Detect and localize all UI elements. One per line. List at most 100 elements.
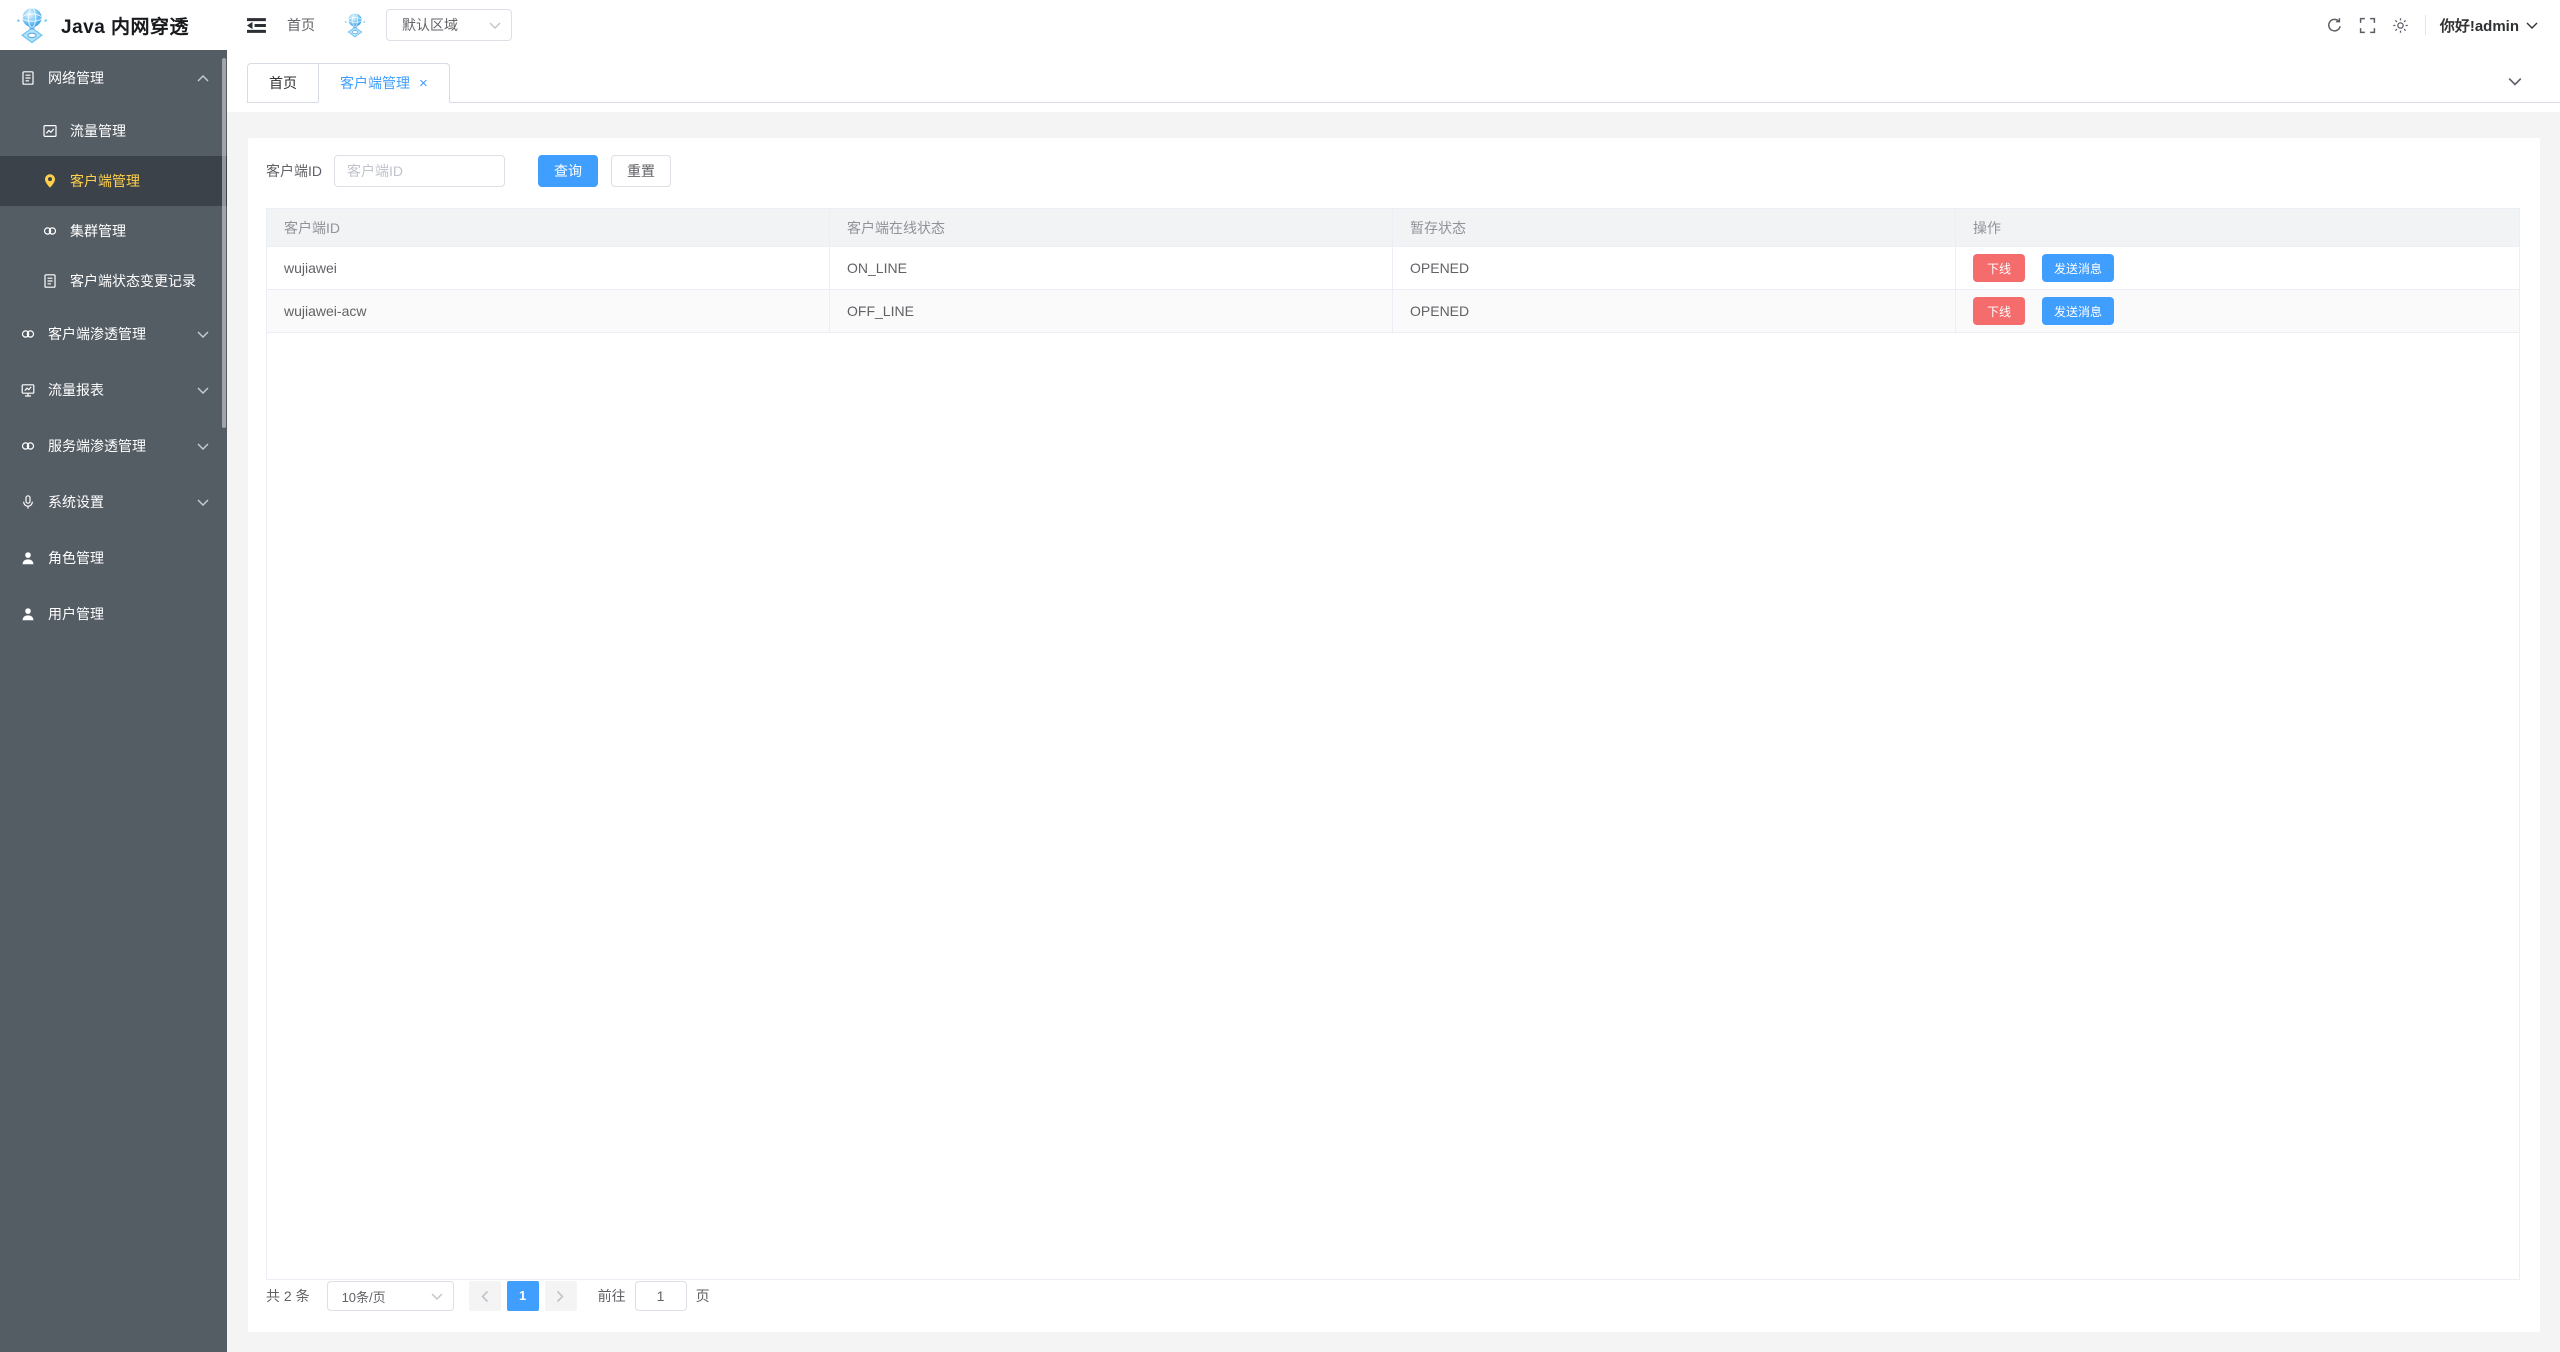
link-icon	[20, 438, 36, 454]
table-empty-area	[267, 333, 2519, 1279]
app-logo-icon	[13, 6, 51, 44]
cell-actions: 下线 发送消息	[1956, 247, 2519, 289]
search-form: 客户端ID 查询 重置	[266, 155, 2520, 187]
goto-suffix: 页	[696, 1281, 710, 1311]
clients-table: 客户端ID 客户端在线状态 暂存状态 操作 wujiawei ON_LINE O…	[266, 208, 2520, 1280]
sidebar-menu: 网络管理 流量管理 客户端管理 集群管理 客户端状态变更记录 客户端渗透管理 流…	[0, 50, 227, 642]
tab-actions-chevron-down-icon[interactable]	[2508, 77, 2522, 86]
chevron-down-icon	[2526, 22, 2538, 29]
sidebar-item-user-mgmt[interactable]: 用户管理	[0, 586, 227, 642]
sidebar-collapse-icon[interactable]	[247, 17, 268, 34]
client-id-label: 客户端ID	[266, 161, 322, 181]
sidebar: Java 内网穿透 网络管理 流量管理 客户端管理 集群管理 客户端状态变更记录…	[0, 0, 227, 1352]
table-row: wujiawei ON_LINE OPENED 下线 发送消息	[267, 247, 2519, 290]
sidebar-item-label: 角色管理	[48, 548, 209, 568]
sidebar-item-cluster-mgmt[interactable]: 集群管理	[0, 206, 227, 256]
tab-label: 首页	[269, 64, 297, 102]
link-icon	[42, 223, 58, 239]
cell-client-id: wujiawei	[267, 247, 830, 289]
chart-icon	[42, 123, 58, 139]
tab-bar: 首页 客户端管理 ×	[227, 50, 2560, 112]
sidebar-item-traffic-mgmt[interactable]: 流量管理	[0, 106, 227, 156]
send-message-button[interactable]: 发送消息	[2042, 254, 2114, 282]
goto-label: 前往	[598, 1281, 626, 1311]
user-icon	[20, 550, 36, 566]
sidebar-item-label: 用户管理	[48, 604, 209, 624]
cell-online-status: OFF_LINE	[830, 290, 1393, 332]
chevron-down-icon	[197, 499, 209, 506]
sidebar-item-label: 流量管理	[70, 121, 209, 141]
cell-online-status: ON_LINE	[830, 247, 1393, 289]
chevron-down-icon	[489, 22, 501, 29]
content-card: 客户端ID 查询 重置 客户端ID 客户端在线状态 暂存状态 操作 wujiaw…	[248, 138, 2540, 1332]
app-logo-area: Java 内网穿透	[0, 0, 227, 50]
cell-stash-status: OPENED	[1393, 247, 1956, 289]
query-button[interactable]: 查询	[538, 155, 598, 187]
sidebar-item-client-status-log[interactable]: 客户端状态变更记录	[0, 256, 227, 306]
page-size-select[interactable]: 10条/页	[327, 1281, 454, 1311]
tabs-filler	[450, 63, 2560, 103]
sidebar-item-label: 客户端渗透管理	[48, 324, 197, 344]
chevron-up-icon	[197, 75, 209, 82]
document-icon	[20, 70, 36, 86]
sidebar-item-label: 服务端渗透管理	[48, 436, 197, 456]
sidebar-item-client-mgmt[interactable]: 客户端管理	[0, 156, 227, 206]
prev-page-button[interactable]	[469, 1281, 501, 1311]
pagination: 共 2 条 10条/页 1 前往 页	[266, 1280, 2520, 1332]
tab-label: 客户端管理	[340, 64, 410, 102]
column-header-actions: 操作	[1956, 209, 2519, 246]
breadcrumb[interactable]: 首页	[287, 15, 315, 35]
user-icon	[20, 606, 36, 622]
chevron-down-icon	[197, 387, 209, 394]
page-number-button[interactable]: 1	[507, 1281, 539, 1311]
chevron-down-icon	[197, 443, 209, 450]
content-area: 客户端ID 查询 重置 客户端ID 客户端在线状态 暂存状态 操作 wujiaw…	[227, 112, 2560, 1352]
offline-button[interactable]: 下线	[1973, 297, 2025, 325]
chevron-left-icon	[480, 1290, 489, 1303]
refresh-icon[interactable]	[2326, 17, 2343, 34]
column-header-online-status: 客户端在线状态	[830, 209, 1393, 246]
goto-page-input[interactable]	[635, 1281, 687, 1311]
tabs-nav: 首页 客户端管理 ×	[247, 63, 2560, 103]
main-area: 首页 默认区域 你好!admin 首页 客户端管理 ×	[227, 0, 2560, 1352]
sidebar-item-system-settings[interactable]: 系统设置	[0, 474, 227, 530]
sidebar-item-traffic-report[interactable]: 流量报表	[0, 362, 227, 418]
region-select[interactable]: 默认区域	[386, 9, 512, 41]
link-icon	[20, 326, 36, 342]
next-page-button[interactable]	[545, 1281, 577, 1311]
chevron-down-icon	[431, 1293, 443, 1300]
page-size-value: 10条/页	[342, 1287, 431, 1306]
app-title: Java 内网穿透	[61, 12, 189, 39]
table-row: wujiawei-acw OFF_LINE OPENED 下线 发送消息	[267, 290, 2519, 333]
reset-button[interactable]: 重置	[611, 155, 671, 187]
client-id-input[interactable]	[334, 155, 505, 187]
column-header-client-id: 客户端ID	[267, 209, 830, 246]
top-navbar: 首页 默认区域 你好!admin	[227, 0, 2560, 50]
fullscreen-icon[interactable]	[2359, 17, 2376, 34]
divider	[2425, 15, 2426, 35]
sidebar-item-label: 流量报表	[48, 380, 197, 400]
sidebar-item-role-mgmt[interactable]: 角色管理	[0, 530, 227, 586]
sidebar-item-label: 系统设置	[48, 492, 197, 512]
settings-icon[interactable]	[2392, 17, 2409, 34]
tab-home[interactable]: 首页	[247, 63, 319, 103]
sidebar-scrollbar-thumb[interactable]	[222, 58, 226, 428]
sidebar-item-server-penetration[interactable]: 服务端渗透管理	[0, 418, 227, 474]
close-icon[interactable]: ×	[419, 76, 428, 91]
sidebar-item-network-mgmt[interactable]: 网络管理	[0, 50, 227, 106]
navbar-right: 你好!admin	[2310, 15, 2538, 36]
board-icon	[20, 382, 36, 398]
sidebar-item-label: 网络管理	[48, 68, 197, 88]
send-message-button[interactable]: 发送消息	[2042, 297, 2114, 325]
cell-actions: 下线 发送消息	[1956, 290, 2519, 332]
location-pin-icon	[42, 173, 58, 189]
user-dropdown[interactable]: 你好!admin	[2440, 15, 2538, 36]
sidebar-item-client-penetration[interactable]: 客户端渗透管理	[0, 306, 227, 362]
tab-client-mgmt[interactable]: 客户端管理 ×	[318, 63, 450, 103]
document-icon	[42, 273, 58, 289]
sidebar-item-label: 客户端管理	[70, 171, 209, 191]
offline-button[interactable]: 下线	[1973, 254, 2025, 282]
table-header-row: 客户端ID 客户端在线状态 暂存状态 操作	[267, 209, 2519, 247]
mic-icon	[20, 494, 36, 510]
column-header-stash-status: 暂存状态	[1393, 209, 1956, 246]
